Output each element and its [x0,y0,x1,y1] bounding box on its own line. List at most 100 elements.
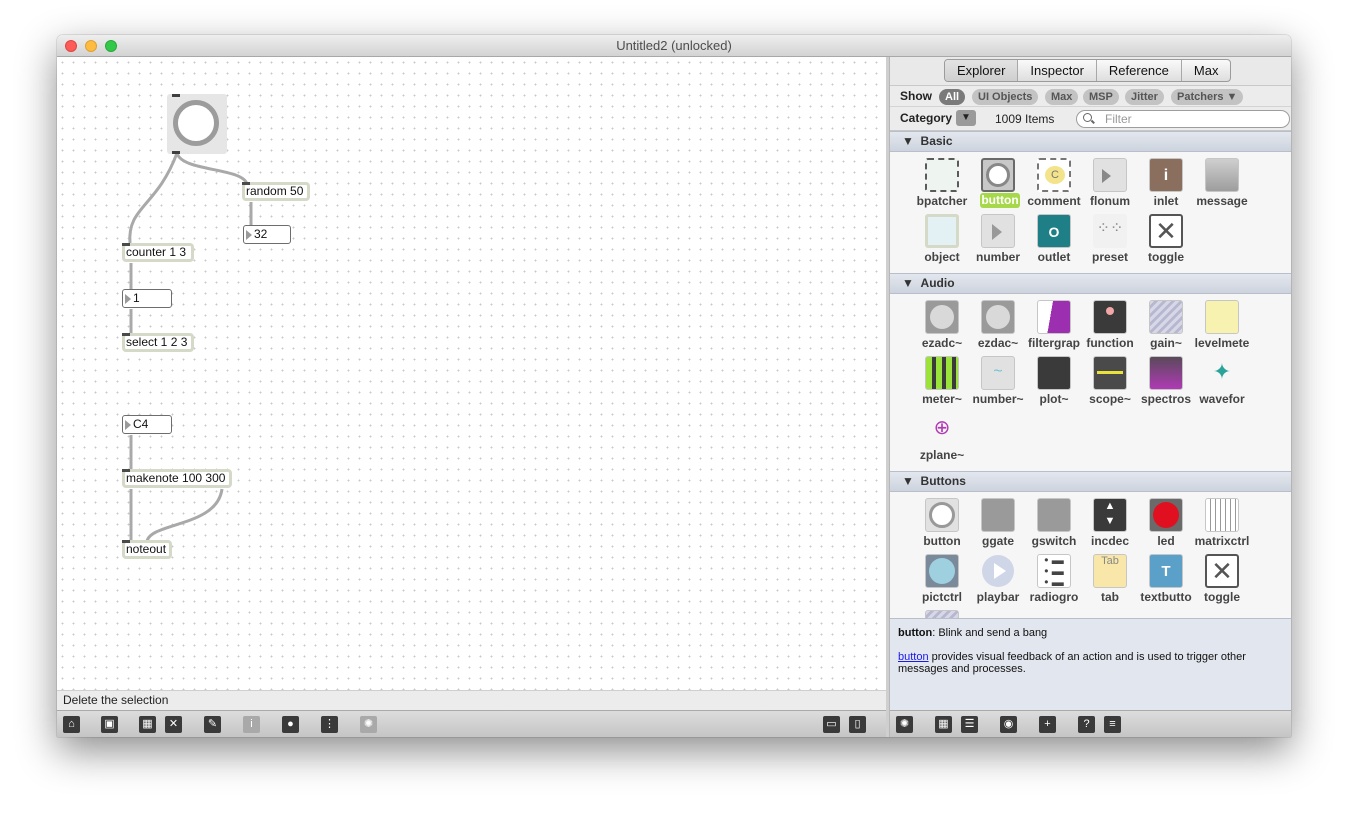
grid-view-icon[interactable]: ▦ [935,716,952,733]
tile-radiogroup[interactable]: • ▬ • ▬ • ▬ radiogro [1026,550,1082,606]
patcher-canvas[interactable]: random 50 32 counter 1 3 1 select 1 2 3 … [57,57,886,690]
tile-gain[interactable]: gain~ [1138,296,1194,352]
filter-patchers[interactable]: Patchers ▼ [1171,89,1244,105]
zoom-window-button[interactable] [105,40,117,52]
tile-function[interactable]: function [1082,296,1138,352]
new-object-icon[interactable]: ▣ [101,716,118,733]
bang-button-object[interactable] [167,94,227,154]
view-icon-2[interactable]: ▯ [849,716,866,733]
counter-object[interactable]: counter 1 3 [122,243,194,262]
tile-textbutton[interactable]: Ttextbutto [1138,550,1194,606]
sidebar-tabs: Explorer Inspector Reference Max [944,59,1232,82]
select-object[interactable]: select 1 2 3 [122,333,194,352]
category-label: Category [900,111,953,125]
eye-icon[interactable]: ◉ [1000,716,1017,733]
category-dropdown[interactable]: ▼ [956,110,976,126]
description-short: : Blink and send a bang [932,627,1048,639]
tile-inlet[interactable]: i inlet [1138,154,1194,210]
view-icon-1[interactable]: ▭ [823,716,840,733]
tile-buttons-button[interactable]: button [914,494,970,550]
menu-icon[interactable]: ≡ [1104,716,1121,733]
note-number-box[interactable]: C4 [122,415,172,434]
sidebar-toolbar: ✺ ▦ ☰ ◉ + ? ≡ [890,710,1291,737]
filter-msp[interactable]: MSP [1083,89,1119,105]
section-buttons[interactable]: ▼ Buttons [890,471,1291,492]
tile-tab[interactable]: Tab tab [1082,550,1138,606]
gear-icon[interactable]: ✺ [896,716,913,733]
tile-toggle[interactable]: ✕ toggle [1138,210,1194,266]
tab-inspector[interactable]: Inspector [1018,60,1097,81]
toggle-icon: ✕ [1149,214,1183,248]
tile-number-tilde[interactable]: ~ number~ [970,352,1026,408]
random-number-box[interactable]: 32 [243,225,291,244]
tile-spectroscope[interactable]: spectros [1138,352,1194,408]
tile-zplane[interactable]: ⊕ zplane~ [914,408,970,464]
tile-playbar[interactable]: playbar [970,550,1026,606]
debug-icon[interactable]: ✺ [360,716,377,733]
tile-comment[interactable]: Ccomment [1026,154,1082,210]
reference-link[interactable]: button [898,651,929,663]
info-icon[interactable]: i [243,716,260,733]
tile-object[interactable]: object [914,210,970,266]
tile-partial[interactable] [914,606,970,618]
section-audio[interactable]: ▼ Audio [890,273,1291,294]
toggle-icon: ✕ [1205,554,1239,588]
tile-matrixctrl[interactable]: matrixctrl [1194,494,1250,550]
speaker-icon [981,300,1015,334]
filter-all[interactable]: All [939,89,966,105]
tile-button[interactable]: button [970,154,1026,210]
category-row: Category ▼ 1009 Items Filter [890,107,1291,131]
tab-reference[interactable]: Reference [1097,60,1182,81]
noteout-object[interactable]: noteout [122,540,172,559]
tile-waveform[interactable]: ✦ wavefor [1194,352,1250,408]
filter-max[interactable]: Max [1045,89,1079,105]
play-icon [981,554,1015,588]
tile-bpatcher[interactable]: bpatcher [914,154,970,210]
section-basic[interactable]: ▼ Basic [890,131,1291,152]
tab-explorer[interactable]: Explorer [945,60,1019,81]
add-icon[interactable]: + [1039,716,1056,733]
tile-ezadc[interactable]: ezadc~ [914,296,970,352]
tile-number[interactable]: number [970,210,1026,266]
search-icon [1083,113,1092,122]
filter-input[interactable]: Filter [1076,110,1290,128]
minimize-window-button[interactable] [85,40,97,52]
tile-message[interactable]: message [1194,154,1250,210]
help-icon[interactable]: ? [1078,716,1095,733]
pictctrl-icon [925,554,959,588]
tile-meter[interactable]: meter~ [914,352,970,408]
tile-preset[interactable]: ⁘⁘ preset [1082,210,1138,266]
random-object[interactable]: random 50 [242,182,310,201]
tile-plot[interactable]: plot~ [1026,352,1082,408]
number-icon [981,214,1015,248]
filter-ui-objects[interactable]: UI Objects [972,89,1039,105]
counter-number-box[interactable]: 1 [122,289,172,308]
tile-levelmeter[interactable]: levelmete [1194,296,1250,352]
clear-icon[interactable]: ✕ [165,716,182,733]
slider-icon[interactable]: ● [282,716,299,733]
filter-jitter[interactable]: Jitter [1125,89,1164,105]
tile-led[interactable]: led [1138,494,1194,550]
tile-flonum[interactable]: flonum [1082,154,1138,210]
tile-ggate[interactable]: ggate [970,494,1026,550]
tile-pictctrl[interactable]: pictctrl [914,550,970,606]
tile-filtergraph[interactable]: filtergrap [1026,296,1082,352]
makenote-object[interactable]: makenote 100 300 [122,469,232,488]
tile-incdec[interactable]: ▲ ▼ incdec [1082,494,1138,550]
lock-icon[interactable]: ⌂ [63,716,80,733]
inlet-marker [172,94,180,97]
grid-icon[interactable]: ⋮ [321,716,338,733]
bpatcher-icon [925,158,959,192]
levelmeter-icon [1205,300,1239,334]
tile-gswitch[interactable]: gswitch [1026,494,1082,550]
presentation-icon[interactable]: ▦ [139,716,156,733]
paint-icon[interactable]: ✎ [204,716,221,733]
tile-buttons-toggle[interactable]: ✕ toggle [1194,550,1250,606]
tab-max[interactable]: Max [1182,60,1231,81]
tile-scope[interactable]: scope~ [1082,352,1138,408]
close-window-button[interactable] [65,40,77,52]
object-grid[interactable]: ▼ Basic bpatcher button Ccomment flonum … [890,131,1291,618]
list-view-icon[interactable]: ☰ [961,716,978,733]
tile-outlet[interactable]: Ooutlet [1026,210,1082,266]
tile-ezdac[interactable]: ezdac~ [970,296,1026,352]
